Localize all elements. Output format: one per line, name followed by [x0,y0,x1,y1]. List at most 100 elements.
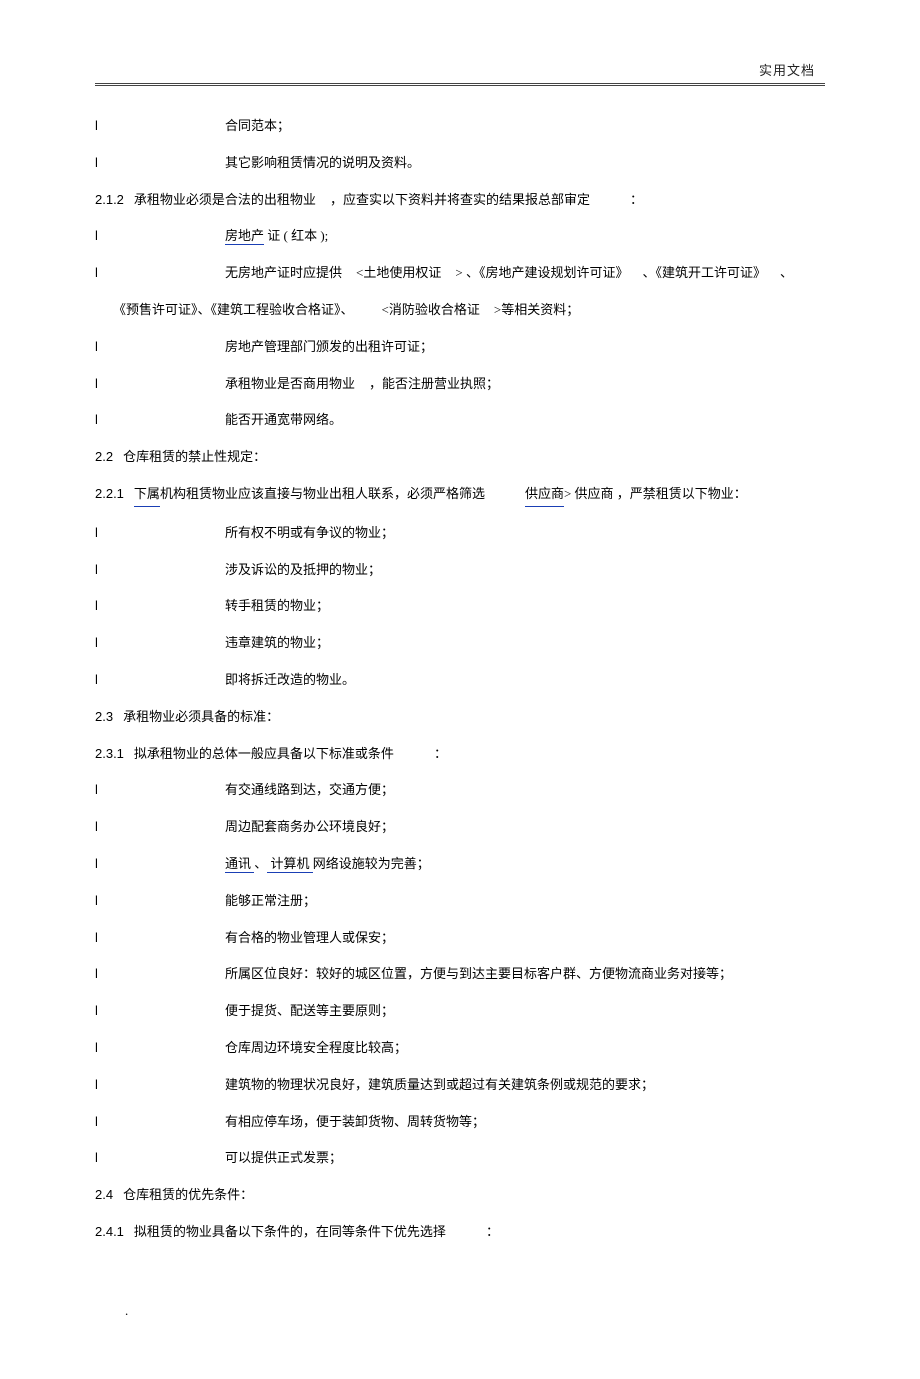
bullet-icon: l [95,226,105,247]
text: 机构租赁物业应该直接与物业出租人联系，必须严格筛选 [160,484,485,505]
text: 仓库租赁的禁止性规定： [123,447,266,468]
list-item: l 即将拆迁改造的物业。 [95,670,825,691]
text: 承租物业是否商用物业 [105,374,355,395]
list-item: l 违章建筑的物业； [95,633,825,654]
bullet-icon: l [95,560,105,581]
text: 其它影响租赁情况的说明及资料。 [105,153,420,174]
bullet-icon: l [95,1148,105,1169]
text: 证 ( 红本 ); [264,228,328,243]
section-number: 2.1.2 [95,190,124,211]
text: 拟承租物业的总体一般应具备以下标准或条件 [134,744,394,765]
list-item: l 能否开通宽带网络。 [95,410,825,431]
text: 网络设施较为完善； [313,856,430,871]
text: 有交通线路到达，交通方便； [105,780,394,801]
section-2-2: 2.2 仓库租赁的禁止性规定： [95,447,825,468]
list-item: l 其它影响租赁情况的说明及资料。 [95,153,825,174]
text: 承租物业必须具备的标准： [123,707,279,728]
text: ： [486,1222,499,1243]
text: 拟租赁的物业具备以下条件的，在同等条件下优先选择 [134,1222,446,1243]
section-2-3: 2.3 承租物业必须具备的标准： [95,707,825,728]
list-item: l 所有权不明或有争议的物业； [95,523,825,544]
header-rule [95,83,825,86]
bullet-icon: l [95,153,105,174]
bullet-icon: l [95,337,105,358]
link-text[interactable]: 供应商 [525,484,564,507]
text: 可以提供正式发票； [105,1148,342,1169]
bullet-icon: l [95,1038,105,1059]
header-label: 实用文档 [95,60,825,79]
list-item-cont: 《预售许可证》、《建筑工程验收合格证》、 <消防验收合格证 >等相关资料； [95,300,825,321]
section-2-2-1: 2.2.1 下属 机构租赁物业应该直接与物业出租人联系，必须严格筛选 供应商 >… [95,484,825,507]
text: 转手租赁的物业； [105,596,329,617]
text: 房地产管理部门颁发的出租许可证； [105,337,433,358]
bullet-icon: l [95,891,105,912]
list-item: l 有合格的物业管理人或保安； [95,928,825,949]
body: l 合同范本； l 其它影响租赁情况的说明及资料。 2.1.2 承租物业必须是合… [95,116,825,1243]
section-number: 2.2.1 [95,484,124,505]
section-number: 2.2 [95,447,113,468]
text: ，能否注册营业执照； [369,374,499,395]
bullet-icon: l [95,410,105,431]
link-text[interactable]: 计算机 [267,856,313,873]
text: > 、《房地产建设规划许可证》 [455,263,628,284]
list-item: l 通讯 、 计算机 网络设施较为完善； [95,854,825,875]
list-item: l 可以提供正式发票； [95,1148,825,1169]
text: 无房地产证时应提供 [105,263,342,284]
text: 能够正常注册； [105,891,316,912]
text: ： [434,744,447,765]
page: 实用文档 l 合同范本； l 其它影响租赁情况的说明及资料。 2.1.2 承租物… [0,0,920,1379]
list-item: l 所属区位良好：较好的城区位置，方便与到达主要目标客户群、方便物流商业务对接等… [95,964,825,985]
text: <消防验收合格证 [382,300,480,321]
link-text[interactable]: 房地产 [225,228,264,245]
bullet-icon: l [95,928,105,949]
list-item: l 有交通线路到达，交通方便； [95,780,825,801]
link-text[interactable]: 下属 [134,484,160,507]
section-number: 2.4 [95,1185,113,1206]
text: 承租物业必须是合法的出租物业 [134,190,316,211]
section-2-1-2: 2.1.2 承租物业必须是合法的出租物业 ，应查实以下资料并将查实的结果报总部审… [95,190,825,211]
bullet-icon: l [95,116,105,137]
text: 合同范本； [105,116,290,137]
bullet-icon: l [95,1075,105,1096]
text: 周边配套商务办公环境良好； [105,817,394,838]
text: 、 [780,263,793,284]
list-item: l 建筑物的物理状况良好，建筑质量达到或超过有关建筑条例或规范的要求； [95,1075,825,1096]
bullet-icon: l [95,523,105,544]
text: 《预售许可证》、《建筑工程验收合格证》、 [113,300,354,321]
bullet-icon: l [95,596,105,617]
list-item: l 承租物业是否商用物业 ，能否注册营业执照； [95,374,825,395]
bullet-icon: l [95,1001,105,1022]
text: 有相应停车场，便于装卸货物、周转货物等； [105,1112,485,1133]
section-number: 2.4.1 [95,1222,124,1243]
text: 违章建筑的物业； [105,633,329,654]
bullet-icon: l [95,780,105,801]
bullet-icon: l [95,374,105,395]
section-number: 2.3 [95,707,113,728]
bullet-icon: l [95,964,105,985]
text: 建筑物的物理状况良好，建筑质量达到或超过有关建筑条例或规范的要求； [105,1075,654,1096]
text: 通讯 、 计算机 网络设施较为完善； [105,854,430,875]
text: 便于提货、配送等主要原则； [105,1001,394,1022]
text: > 供应商 ，严禁租赁以下物业： [564,484,747,505]
section-2-3-1: 2.3.1 拟承租物业的总体一般应具备以下标准或条件 ： [95,744,825,765]
list-item: l 转手租赁的物业； [95,596,825,617]
text: 仓库租赁的优先条件： [123,1185,253,1206]
text: 所有权不明或有争议的物业； [105,523,394,544]
text: 涉及诉讼的及抵押的物业； [105,560,381,581]
bullet-icon: l [95,817,105,838]
text: 有合格的物业管理人或保安； [105,928,394,949]
section-number: 2.3.1 [95,744,124,765]
link-text[interactable]: 通讯 [225,856,254,873]
bullet-icon: l [95,263,105,284]
section-2-4-1: 2.4.1 拟租赁的物业具备以下条件的，在同等条件下优先选择 ： [95,1222,825,1243]
list-item: l 涉及诉讼的及抵押的物业； [95,560,825,581]
text: 仓库周边环境安全程度比较高； [105,1038,407,1059]
footer-mark: . [95,1303,825,1319]
list-item: l 能够正常注册； [95,891,825,912]
text: 能否开通宽带网络。 [105,410,342,431]
text: >等相关资料； [494,300,579,321]
text: 房地产 证 ( 红本 ); [105,226,328,247]
list-item: l 无房地产证时应提供 <土地使用权证 > 、《房地产建设规划许可证》 、《建筑… [95,263,825,284]
text: <土地使用权证 [356,263,441,284]
list-item: l 便于提货、配送等主要原则； [95,1001,825,1022]
